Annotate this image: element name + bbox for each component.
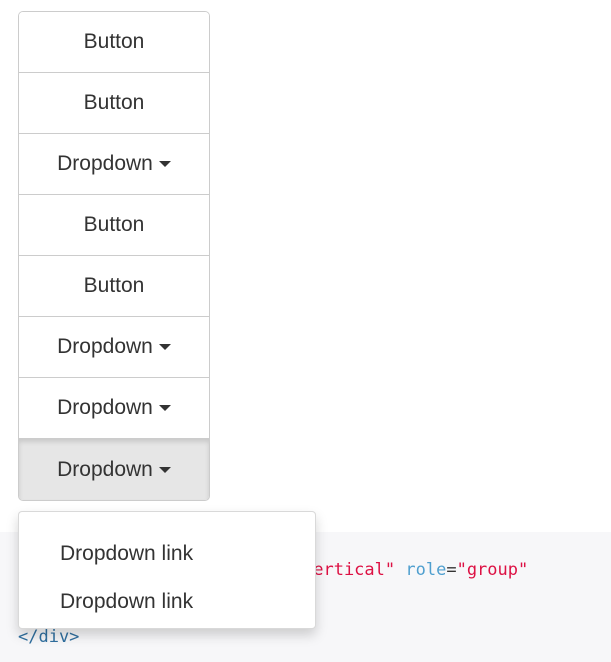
- caret-down-icon: [158, 344, 171, 350]
- button-3[interactable]: Button: [19, 195, 209, 256]
- code-string-vertical: vertical": [303, 560, 396, 580]
- button-1[interactable]: Button: [19, 12, 209, 73]
- dropdown-menu: Dropdown link Dropdown link: [18, 511, 316, 629]
- button-label: Button: [83, 213, 145, 236]
- dropdown-button-2[interactable]: Dropdown: [19, 317, 209, 378]
- button-label: Button: [83, 91, 145, 114]
- button-2[interactable]: Button: [19, 73, 209, 134]
- dropdown-button-4-open[interactable]: Dropdown: [19, 439, 209, 500]
- caret-down-icon: [158, 466, 171, 473]
- code-attr-equals: =: [446, 560, 457, 580]
- caret-down-icon: [158, 161, 171, 167]
- code-string-group: "group": [456, 560, 529, 580]
- dropdown-label: Dropdown: [57, 152, 153, 175]
- vertical-button-group: Button Button Dropdown Button Button Dro…: [18, 11, 210, 501]
- dropdown-label: Dropdown: [57, 396, 153, 419]
- page: vertical" role="group" </div> Button But…: [0, 0, 611, 662]
- code-attr-role: role: [405, 560, 447, 580]
- code-closing-tag: </div>: [18, 627, 80, 647]
- button-4[interactable]: Button: [19, 256, 209, 317]
- caret-down-icon: [158, 405, 171, 411]
- dropdown-button-3[interactable]: Dropdown: [19, 378, 209, 439]
- dropdown-button-1[interactable]: Dropdown: [19, 134, 209, 195]
- button-label: Button: [83, 274, 145, 297]
- dropdown-link-1[interactable]: Dropdown link: [19, 530, 315, 578]
- button-label: Button: [83, 30, 145, 53]
- code-line-attributes: vertical" role="group": [303, 560, 528, 580]
- dropdown-label: Dropdown: [57, 335, 153, 358]
- dropdown-label: Dropdown: [57, 457, 153, 481]
- dropdown-link-2[interactable]: Dropdown link: [19, 578, 315, 626]
